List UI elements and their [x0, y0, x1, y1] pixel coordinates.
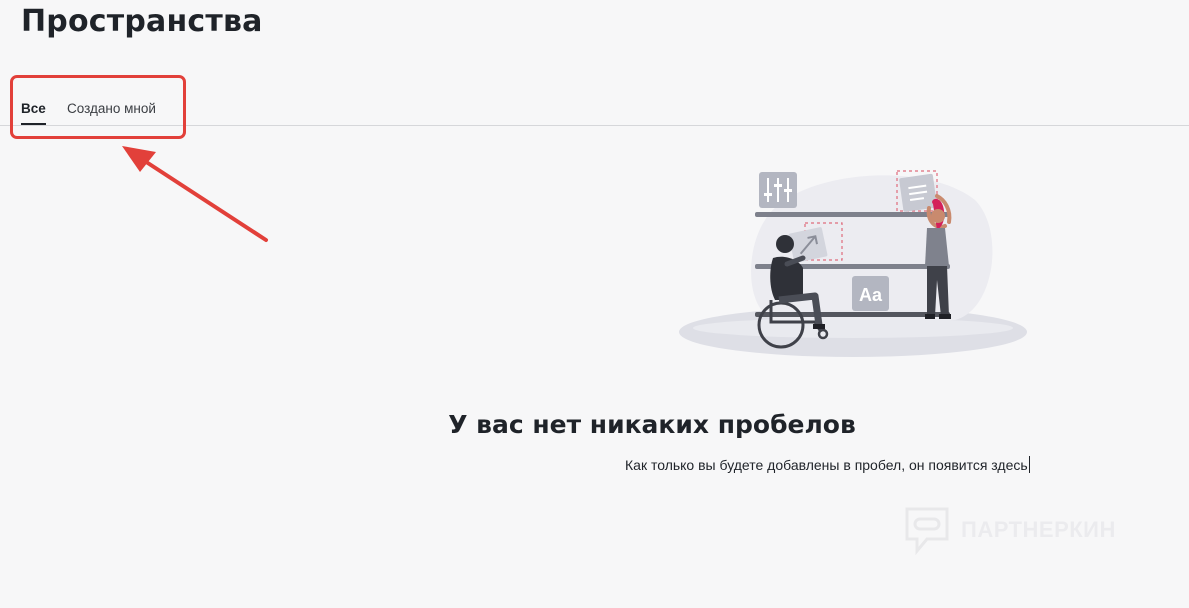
chat-bubble-icon — [905, 507, 949, 555]
page-title: Пространства — [21, 4, 263, 39]
empty-state-subtitle-text: Как только вы будете добавлены в пробел,… — [625, 457, 1028, 473]
watermark-text: ПАРТНЕРКИН — [961, 517, 1116, 542]
annotation-arrow-icon — [122, 146, 268, 242]
watermark: ПАРТНЕРКИН — [903, 505, 1116, 555]
empty-state-subtitle: Как только вы будете добавлены в пробел,… — [625, 456, 1030, 473]
empty-state-title: У вас нет никаких пробелов — [448, 410, 856, 439]
sliders-icon — [759, 172, 797, 208]
svg-text:Aa: Aa — [859, 285, 883, 305]
empty-state-illustration: Aa — [679, 170, 1027, 357]
annotation-highlight-box — [10, 75, 186, 139]
typography-icon: Aa — [852, 276, 889, 311]
text-caret — [1028, 456, 1030, 473]
